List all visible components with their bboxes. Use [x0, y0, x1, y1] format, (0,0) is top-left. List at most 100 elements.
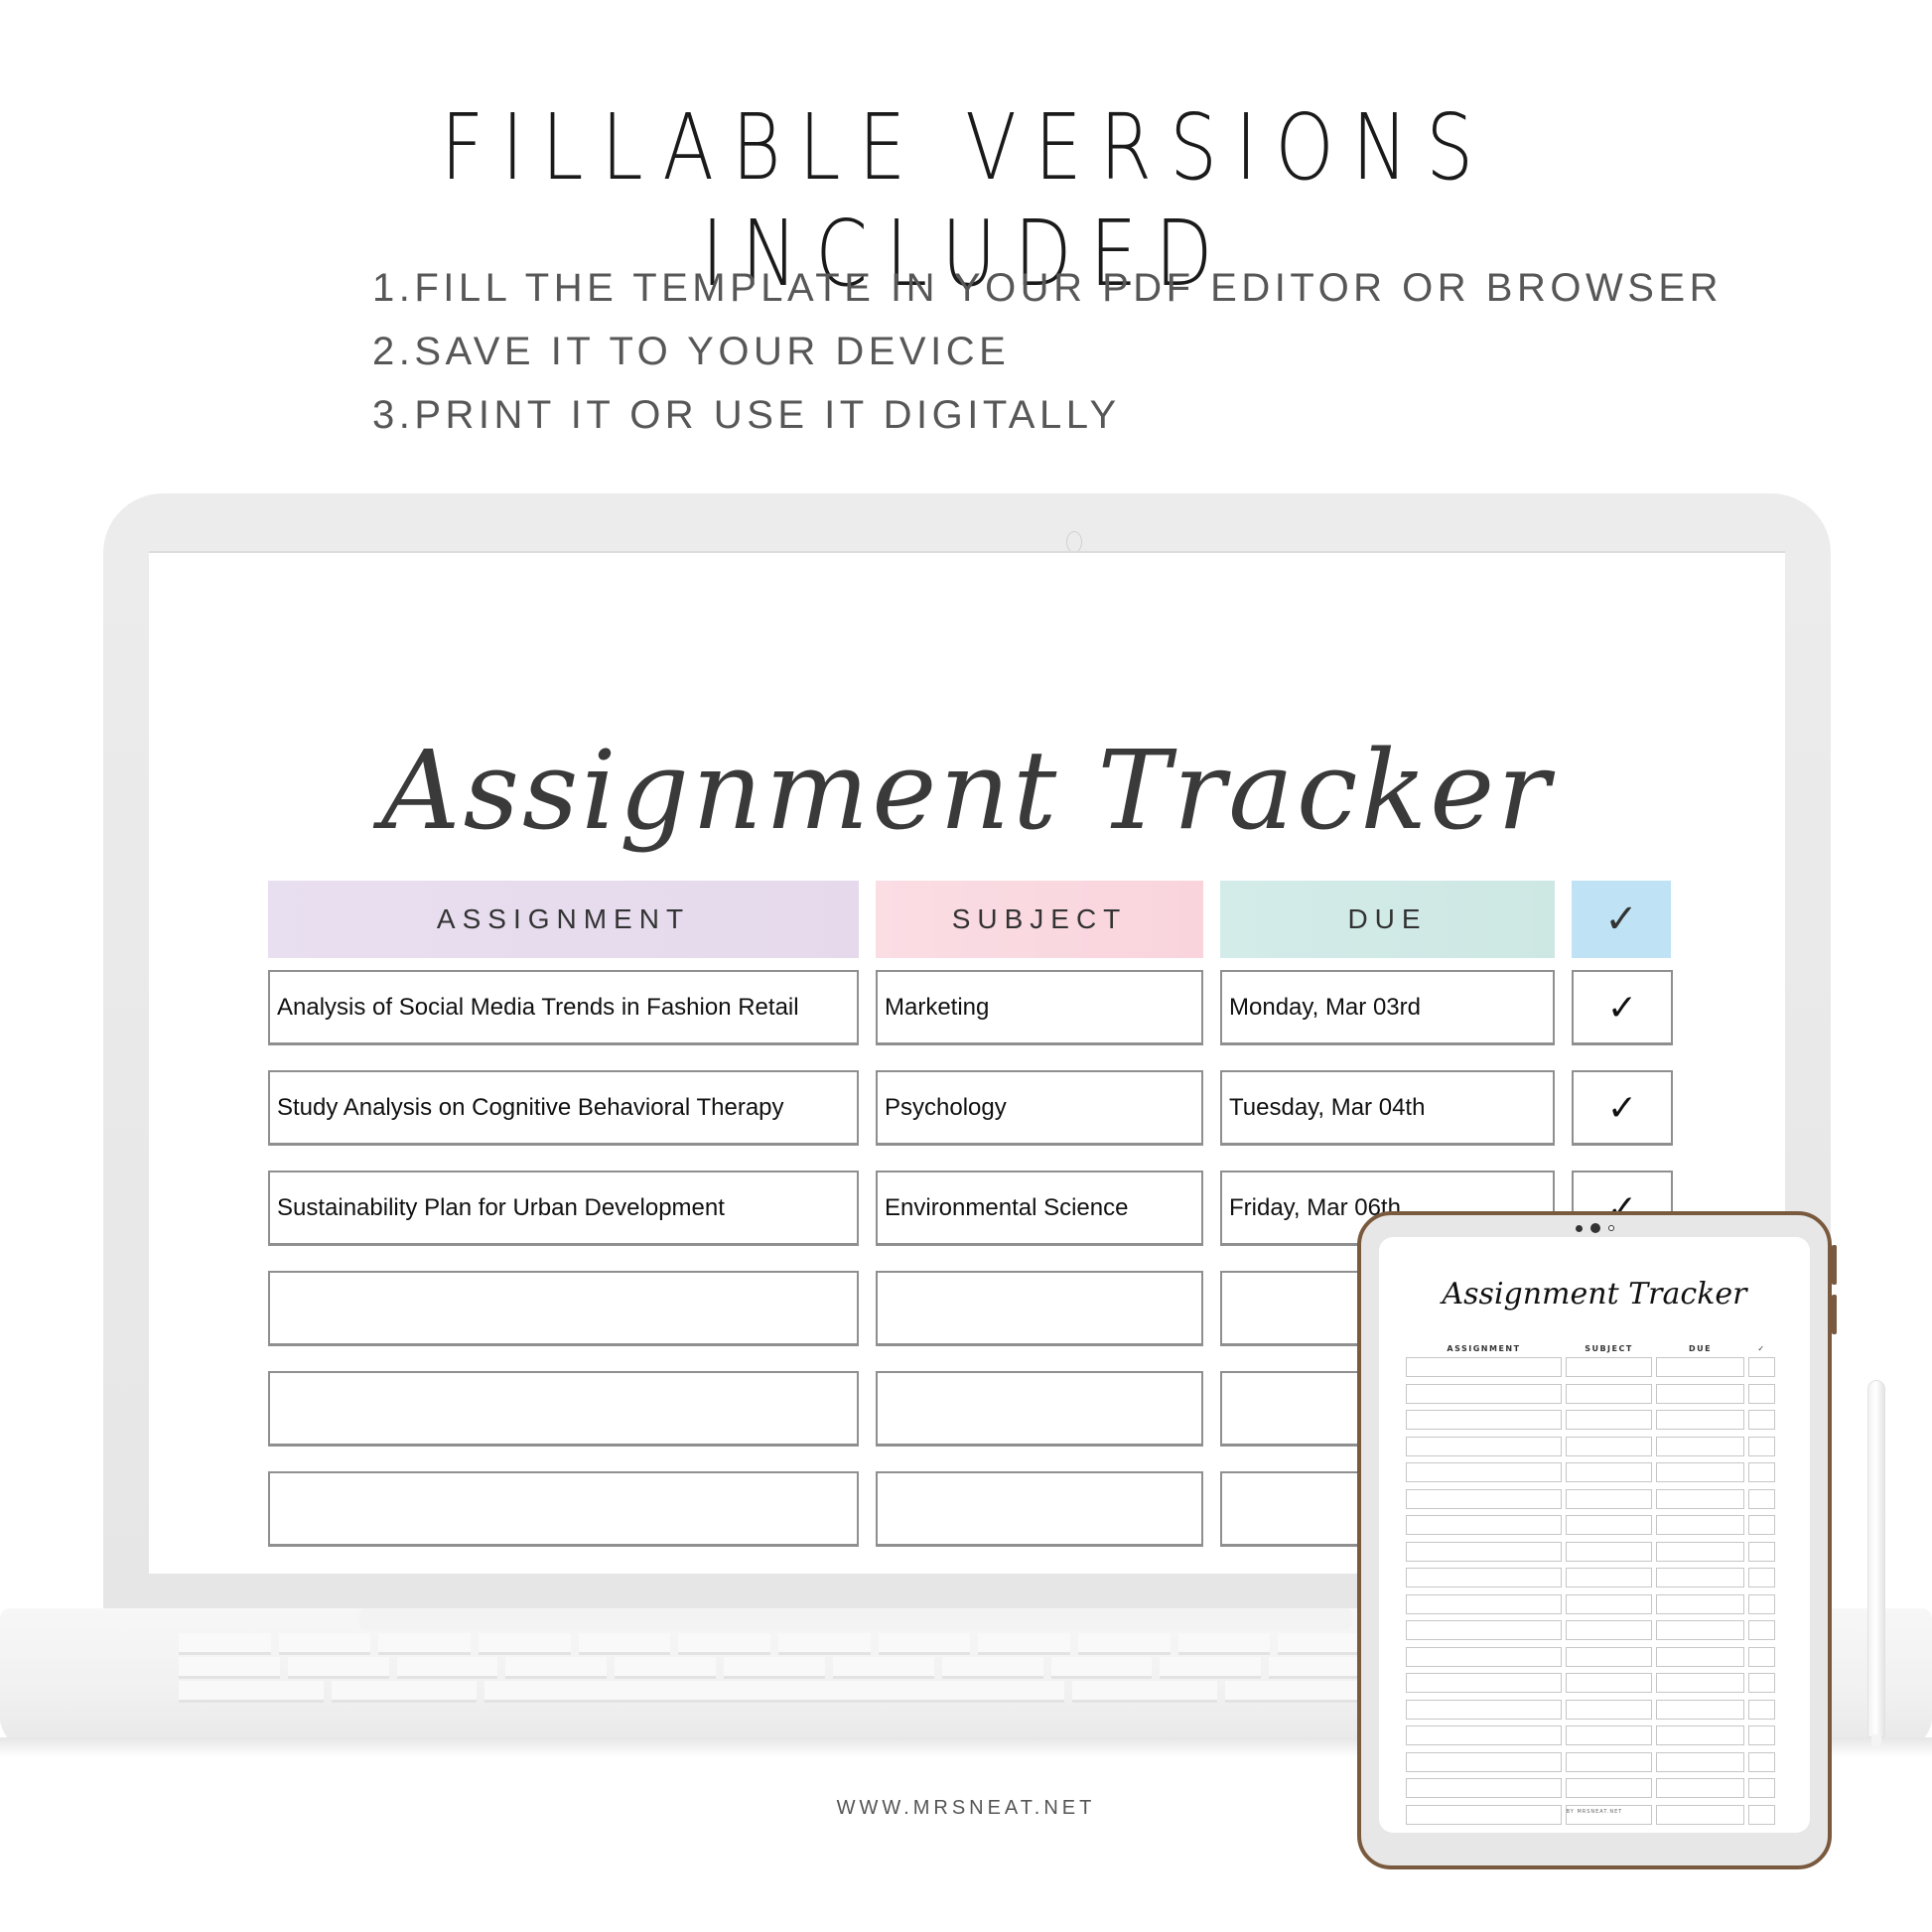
- tablet-due-field[interactable]: [1656, 1593, 1744, 1614]
- tablet-subject-field[interactable]: [1566, 1593, 1652, 1614]
- subject-field[interactable]: [876, 1471, 1203, 1547]
- tablet-done-checkbox[interactable]: [1748, 1778, 1775, 1798]
- subject-field[interactable]: Environmental Science: [876, 1171, 1203, 1246]
- tablet-done-checkbox[interactable]: [1748, 1699, 1775, 1720]
- tablet-subject-field[interactable]: [1566, 1462, 1652, 1482]
- tablet-due-field[interactable]: [1656, 1436, 1744, 1456]
- tablet-table: ASSIGNMENT SUBJECT DUE ✓: [1406, 1344, 1775, 1831]
- tablet-due-field[interactable]: [1656, 1515, 1744, 1535]
- tablet-assignment-field[interactable]: [1406, 1515, 1562, 1535]
- tablet-due-field[interactable]: [1656, 1410, 1744, 1430]
- tablet-assignment-field[interactable]: [1406, 1436, 1562, 1456]
- tablet-due-field[interactable]: [1656, 1725, 1744, 1745]
- tablet-subject-field[interactable]: [1566, 1646, 1652, 1667]
- tablet-due-field[interactable]: [1656, 1383, 1744, 1404]
- tablet-subject-field[interactable]: [1566, 1515, 1652, 1535]
- subject-field[interactable]: Marketing: [876, 970, 1203, 1045]
- tablet-done-checkbox[interactable]: [1748, 1568, 1775, 1587]
- tablet-assignment-field[interactable]: [1406, 1541, 1562, 1562]
- tablet-assignment-field[interactable]: [1406, 1751, 1562, 1772]
- tablet-done-checkbox[interactable]: [1748, 1541, 1775, 1562]
- tablet-done-checkbox[interactable]: [1748, 1383, 1775, 1404]
- tablet-subject-field[interactable]: [1566, 1357, 1652, 1377]
- tablet-assignment-field[interactable]: [1406, 1488, 1562, 1509]
- tablet-header-assignment: ASSIGNMENT: [1447, 1344, 1521, 1353]
- tablet-rows: [1406, 1357, 1775, 1825]
- tablet-done-checkbox[interactable]: [1748, 1725, 1775, 1745]
- tablet-done-checkbox[interactable]: [1748, 1488, 1775, 1509]
- tablet-done-checkbox[interactable]: [1748, 1751, 1775, 1772]
- tablet-due-field[interactable]: [1656, 1568, 1744, 1587]
- tablet-done-checkbox[interactable]: [1748, 1620, 1775, 1640]
- tablet-assignment-field[interactable]: [1406, 1568, 1562, 1587]
- assignment-field[interactable]: [268, 1471, 859, 1547]
- tablet-due-field[interactable]: [1656, 1751, 1744, 1772]
- done-checkbox[interactable]: ✓: [1572, 1070, 1673, 1146]
- tablet-subject-field[interactable]: [1566, 1751, 1652, 1772]
- tablet-due-field[interactable]: [1656, 1699, 1744, 1720]
- tablet-subject-field[interactable]: [1566, 1725, 1652, 1745]
- tablet-subject-field[interactable]: [1566, 1699, 1652, 1720]
- tablet-due-field[interactable]: [1656, 1620, 1744, 1640]
- assignment-field[interactable]: Sustainability Plan for Urban Developmen…: [268, 1171, 859, 1246]
- tablet-assignment-field[interactable]: [1406, 1410, 1562, 1430]
- table-row: Analysis of Social Media Trends in Fashi…: [268, 970, 1673, 1045]
- tablet-table-row: [1406, 1778, 1775, 1798]
- tablet-due-field[interactable]: [1656, 1673, 1744, 1693]
- tablet-due-field[interactable]: [1656, 1488, 1744, 1509]
- step-3: 3.PRINT IT OR USE IT DIGITALLY: [372, 393, 1121, 437]
- tablet-subject-field[interactable]: [1566, 1410, 1652, 1430]
- tablet-done-checkbox[interactable]: [1748, 1673, 1775, 1693]
- subject-field[interactable]: [876, 1371, 1203, 1447]
- footer-url[interactable]: WWW.MRSNEAT.NET: [0, 1797, 1932, 1820]
- tablet-device: Assignment Tracker ASSIGNMENT SUBJECT DU…: [1357, 1211, 1837, 1869]
- tablet-subject-field[interactable]: [1566, 1436, 1652, 1456]
- assignment-field[interactable]: Analysis of Social Media Trends in Fashi…: [268, 970, 859, 1045]
- tablet-due-field[interactable]: [1656, 1541, 1744, 1562]
- tablet-table-row: [1406, 1568, 1775, 1587]
- tablet-subject-field[interactable]: [1566, 1778, 1652, 1798]
- tablet-done-checkbox[interactable]: [1748, 1515, 1775, 1535]
- due-field[interactable]: Monday, Mar 03rd: [1220, 970, 1555, 1045]
- tablet-subject-field[interactable]: [1566, 1383, 1652, 1404]
- tablet-due-field[interactable]: [1656, 1778, 1744, 1798]
- tablet-subject-field[interactable]: [1566, 1488, 1652, 1509]
- assignment-field[interactable]: [268, 1371, 859, 1447]
- tablet-done-checkbox[interactable]: [1748, 1357, 1775, 1377]
- subject-field[interactable]: Psychology: [876, 1070, 1203, 1146]
- tablet-done-checkbox[interactable]: [1748, 1410, 1775, 1430]
- tablet-done-checkbox[interactable]: [1748, 1593, 1775, 1614]
- camera-icon: [1589, 1223, 1600, 1233]
- tablet-assignment-field[interactable]: [1406, 1699, 1562, 1720]
- tablet-assignment-field[interactable]: [1406, 1778, 1562, 1798]
- tablet-assignment-field[interactable]: [1406, 1383, 1562, 1404]
- tablet-assignment-field[interactable]: [1406, 1357, 1562, 1377]
- tablet-due-field[interactable]: [1656, 1462, 1744, 1482]
- tablet-assignment-field[interactable]: [1406, 1462, 1562, 1482]
- tablet-table-row: [1406, 1410, 1775, 1430]
- subject-field[interactable]: [876, 1271, 1203, 1346]
- tablet-header-check-icon: ✓: [1757, 1344, 1766, 1353]
- tablet-due-field[interactable]: [1656, 1357, 1744, 1377]
- tablet-subject-field[interactable]: [1566, 1673, 1652, 1693]
- done-checkbox[interactable]: ✓: [1572, 970, 1673, 1045]
- assignment-field[interactable]: [268, 1271, 859, 1346]
- tablet-assignment-field[interactable]: [1406, 1620, 1562, 1640]
- tablet-assignment-field[interactable]: [1406, 1646, 1562, 1667]
- tablet-subject-field[interactable]: [1566, 1620, 1652, 1640]
- tablet-assignment-field[interactable]: [1406, 1725, 1562, 1745]
- tablet-done-checkbox[interactable]: [1748, 1436, 1775, 1456]
- tablet-table-row: [1406, 1541, 1775, 1562]
- tablet-table-row: [1406, 1436, 1775, 1456]
- tablet-table-row: [1406, 1646, 1775, 1667]
- tablet-assignment-field[interactable]: [1406, 1673, 1562, 1693]
- assignment-field[interactable]: Study Analysis on Cognitive Behavioral T…: [268, 1070, 859, 1146]
- tablet-due-field[interactable]: [1656, 1646, 1744, 1667]
- tablet-subject-field[interactable]: [1566, 1541, 1652, 1562]
- tablet-subject-field[interactable]: [1566, 1568, 1652, 1587]
- due-field[interactable]: Tuesday, Mar 04th: [1220, 1070, 1555, 1146]
- tablet-done-checkbox[interactable]: [1748, 1462, 1775, 1482]
- tablet-done-checkbox[interactable]: [1748, 1646, 1775, 1667]
- tablet-table-row: [1406, 1673, 1775, 1693]
- tablet-assignment-field[interactable]: [1406, 1593, 1562, 1614]
